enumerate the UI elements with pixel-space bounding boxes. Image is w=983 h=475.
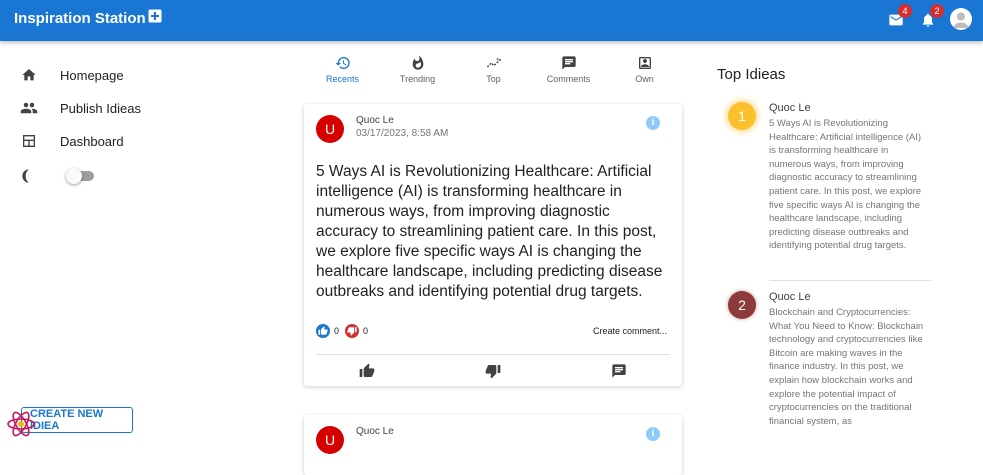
tab-own[interactable]: Own bbox=[607, 55, 682, 91]
post-reactions: 0 0 bbox=[316, 324, 368, 338]
card-divider bbox=[316, 354, 670, 355]
notification-badge: 2 bbox=[930, 4, 944, 18]
create-new-idea-button[interactable]: CREATE NEW IDIEA bbox=[21, 407, 133, 433]
notifications-button[interactable]: 2 bbox=[920, 4, 944, 30]
history-icon bbox=[335, 57, 350, 70]
sidebar-item-label: Homepage bbox=[60, 67, 124, 83]
half-moon-icon bbox=[20, 167, 38, 185]
app-title-text: Inspiration Station bbox=[14, 10, 146, 27]
mail-button[interactable]: 4 bbox=[888, 4, 912, 30]
post-author: Quoc Le bbox=[356, 426, 394, 437]
feed-tabs: Recents Trending Top Comments Own bbox=[305, 55, 683, 91]
trend-icon bbox=[486, 58, 501, 68]
rank-badge: 1 bbox=[728, 102, 756, 130]
top-idea-text[interactable]: 5 Ways AI is Revolutionizing Healthcare:… bbox=[769, 117, 929, 253]
dislike-button[interactable] bbox=[485, 363, 501, 379]
sidebar-item-label: Dashboard bbox=[60, 133, 124, 149]
tab-top[interactable]: Top bbox=[456, 55, 531, 91]
info-icon[interactable]: i bbox=[646, 427, 660, 441]
sidebar: Homepage Publish Idieas Dashboard CREATE… bbox=[0, 41, 290, 440]
rank-badge: 2 bbox=[728, 291, 756, 319]
tab-label: Top bbox=[486, 74, 501, 84]
like-count: 0 bbox=[334, 326, 340, 336]
tab-trending[interactable]: Trending bbox=[380, 55, 455, 91]
home-icon bbox=[20, 66, 38, 84]
post-author-avatar[interactable]: U bbox=[316, 426, 344, 454]
top-idea-author: Quoc Le bbox=[769, 102, 811, 114]
dashboard-icon bbox=[20, 132, 38, 150]
top-ideas-divider bbox=[769, 280, 931, 281]
user-avatar-icon bbox=[953, 12, 969, 28]
mail-badge: 4 bbox=[898, 4, 912, 18]
toggle-thumb bbox=[66, 168, 82, 184]
create-comment-link[interactable]: Create comment... bbox=[593, 326, 667, 336]
people-icon bbox=[20, 99, 38, 117]
theme-indicator bbox=[20, 164, 60, 188]
flame-icon bbox=[412, 55, 423, 70]
dislike-count: 0 bbox=[363, 326, 369, 336]
post-card: U Quoc Le i bbox=[304, 415, 682, 475]
add-box-icon bbox=[148, 9, 162, 22]
post-body: 5 Ways AI is Revolutionizing Healthcare:… bbox=[316, 163, 663, 300]
top-idea-author: Quoc Le bbox=[769, 291, 811, 303]
post-card: U Quoc Le 03/17/2023, 8:58 AM i 5 Ways A… bbox=[304, 104, 682, 386]
tab-comments[interactable]: Comments bbox=[531, 55, 606, 91]
comment-icon bbox=[561, 56, 576, 70]
top-idea-text[interactable]: Blockchain and Cryptocurrencies: What Yo… bbox=[769, 306, 929, 428]
sidebar-item-label: Publish Idieas bbox=[60, 100, 141, 116]
sidebar-item-dashboard[interactable]: Dashboard bbox=[20, 129, 124, 153]
react-logo-icon[interactable] bbox=[6, 409, 36, 439]
tab-label: Comments bbox=[546, 74, 591, 84]
post-author: Quoc Le bbox=[356, 115, 394, 126]
comment-button[interactable] bbox=[611, 363, 627, 379]
like-count-icon bbox=[316, 324, 330, 338]
app-title[interactable]: Inspiration Station bbox=[14, 9, 162, 27]
create-new-idea-label: CREATE NEW IDIEA bbox=[30, 408, 104, 432]
tab-recents[interactable]: Recents bbox=[305, 55, 380, 91]
top-ideas-title: Top Idieas bbox=[717, 66, 786, 83]
dislike-count-icon bbox=[345, 324, 360, 338]
app-bar: Inspiration Station 4 2 bbox=[0, 0, 983, 41]
account-avatar[interactable] bbox=[950, 8, 972, 30]
like-button[interactable] bbox=[359, 363, 375, 379]
tab-label: Own bbox=[635, 74, 654, 84]
post-date: 03/17/2023, 8:58 AM bbox=[356, 128, 449, 139]
tab-label: Trending bbox=[399, 74, 436, 84]
info-icon[interactable]: i bbox=[646, 116, 660, 130]
tab-label: Recents bbox=[325, 74, 360, 84]
post-author-avatar[interactable]: U bbox=[316, 115, 344, 143]
dark-mode-toggle[interactable] bbox=[66, 168, 94, 184]
account-box-icon bbox=[638, 57, 651, 69]
sidebar-item-homepage[interactable]: Homepage bbox=[20, 63, 124, 87]
sidebar-item-publish-ideas[interactable]: Publish Idieas bbox=[20, 96, 141, 120]
